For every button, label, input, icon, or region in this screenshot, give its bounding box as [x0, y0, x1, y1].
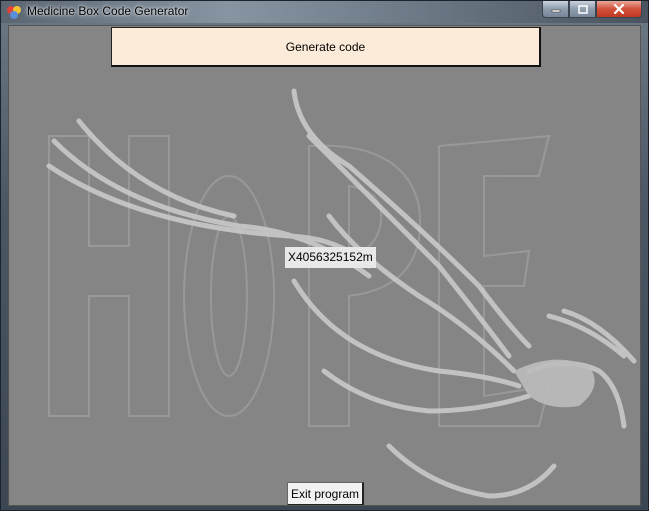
- app-window: Medicine Box Code Generator Generate cod…: [0, 0, 649, 511]
- minimize-button[interactable]: [542, 1, 569, 18]
- maximize-icon: [577, 4, 588, 14]
- close-icon: [613, 4, 625, 14]
- generated-code-text: X4056325152m: [285, 247, 376, 268]
- exit-program-button[interactable]: Exit program: [287, 482, 364, 505]
- app-icon: [7, 6, 21, 19]
- maximize-button[interactable]: [569, 1, 596, 18]
- minimize-icon: [551, 9, 560, 13]
- generate-code-button[interactable]: Generate code: [111, 27, 541, 67]
- caption-buttons: [542, 1, 642, 19]
- window-title: Medicine Box Code Generator: [27, 4, 189, 18]
- client-area: Generate code X4056325152m Exit program: [8, 25, 641, 506]
- title-bar[interactable]: Medicine Box Code Generator: [1, 1, 648, 23]
- close-button[interactable]: [596, 1, 642, 18]
